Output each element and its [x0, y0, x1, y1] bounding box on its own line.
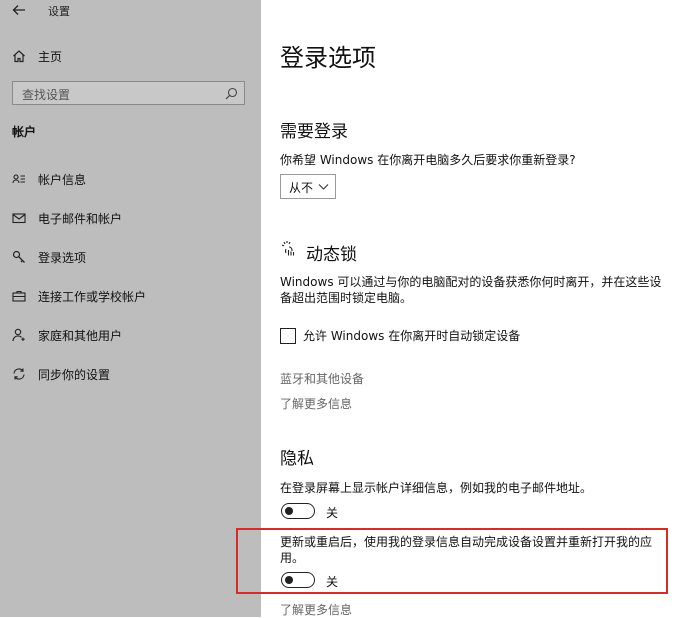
privacy-learn-more-link[interactable]: 了解更多信息: [280, 601, 352, 618]
privacy-setting2-text-line2: 用。: [280, 551, 305, 565]
dynamic-lock-learn-more-link[interactable]: 了解更多信息: [280, 395, 352, 412]
sidebar-item-label: 帐户信息: [38, 173, 87, 187]
mail-icon: [12, 213, 26, 224]
page-title: 登录选项: [280, 44, 376, 72]
sidebar-item-label: 同步你的设置: [38, 368, 111, 382]
privacy-setting2-text-line1: 更新或重启后，使用我的登录信息自动完成设备设置并重新打开我的应: [280, 535, 653, 549]
sidebar-item-sync-settings[interactable]: 同步你的设置: [0, 360, 261, 388]
sidebar: 设置 主页 查找设置 帐户 帐户信息 电子邮件和帐户 登录选项 连接工作或学校帐…: [0, 0, 261, 617]
toggle-knob: [285, 575, 293, 584]
toggle-knob: [285, 506, 293, 515]
bluetooth-devices-link[interactable]: 蓝牙和其他设备: [280, 370, 364, 387]
sidebar-item-account-info[interactable]: 帐户信息: [0, 165, 261, 193]
dynamic-lock-checkbox[interactable]: [280, 328, 296, 344]
chevron-down-icon: [318, 184, 329, 190]
sidebar-item-email-accounts[interactable]: 电子邮件和帐户: [0, 204, 261, 232]
auto-signin-toggle-state: 关: [326, 575, 339, 589]
dropdown-value: 从不: [289, 181, 314, 195]
dynamic-lock-icon: [281, 241, 295, 256]
sidebar-item-family-users[interactable]: 家庭和其他用户: [0, 321, 261, 349]
signin-timeout-dropdown[interactable]: 从不: [280, 174, 336, 199]
window-title: 设置: [48, 5, 70, 18]
sidebar-item-label: 连接工作或学校帐户: [38, 290, 147, 304]
sidebar-item-work-school[interactable]: 连接工作或学校帐户: [0, 282, 261, 310]
sync-icon: [13, 368, 25, 380]
person-card-icon: [12, 174, 25, 184]
main-content: 登录选项 需要登录 你希望 Windows 在你离开电脑多久后要求你重新登录? …: [261, 0, 686, 617]
privacy-heading: 隐私: [280, 449, 314, 469]
briefcase-icon: [12, 290, 26, 302]
search-input[interactable]: 查找设置: [12, 81, 245, 105]
search-placeholder: 查找设置: [22, 88, 71, 102]
account-details-toggle-state: 关: [326, 506, 339, 520]
key-icon: [12, 250, 25, 263]
sidebar-item-label: 登录选项: [38, 251, 87, 265]
sidebar-item-label: 家庭和其他用户: [38, 329, 123, 343]
sidebar-item-signin-options[interactable]: 登录选项: [0, 243, 261, 271]
sidebar-section-label: 帐户: [12, 125, 37, 139]
dynamic-lock-description-line1: Windows 可以通过与你的电脑配对的设备获悉你何时离开，并在这些设: [280, 275, 662, 289]
sidebar-item-label: 电子邮件和帐户: [38, 212, 123, 226]
dynamic-lock-heading: 动态锁: [306, 245, 357, 265]
require-signin-question: 你希望 Windows 在你离开电脑多久后要求你重新登录?: [280, 153, 576, 167]
search-icon[interactable]: [225, 87, 238, 100]
account-details-toggle[interactable]: [281, 503, 315, 519]
require-signin-heading: 需要登录: [280, 122, 348, 142]
auto-signin-after-update-toggle[interactable]: [281, 572, 315, 588]
privacy-setting1-text: 在登录屏幕上显示帐户详细信息，例如我的电子邮件地址。: [280, 481, 593, 495]
home-icon: [13, 50, 25, 63]
person-add-icon: [12, 328, 25, 342]
sidebar-item-home[interactable]: 主页: [0, 42, 261, 70]
back-arrow-icon[interactable]: [12, 3, 26, 17]
dynamic-lock-description-line2: 备超出范围时锁定电脑。: [280, 291, 413, 305]
dynamic-lock-checkbox-label[interactable]: 允许 Windows 在你离开时自动锁定设备: [303, 328, 520, 344]
sidebar-item-label: 主页: [38, 50, 63, 64]
